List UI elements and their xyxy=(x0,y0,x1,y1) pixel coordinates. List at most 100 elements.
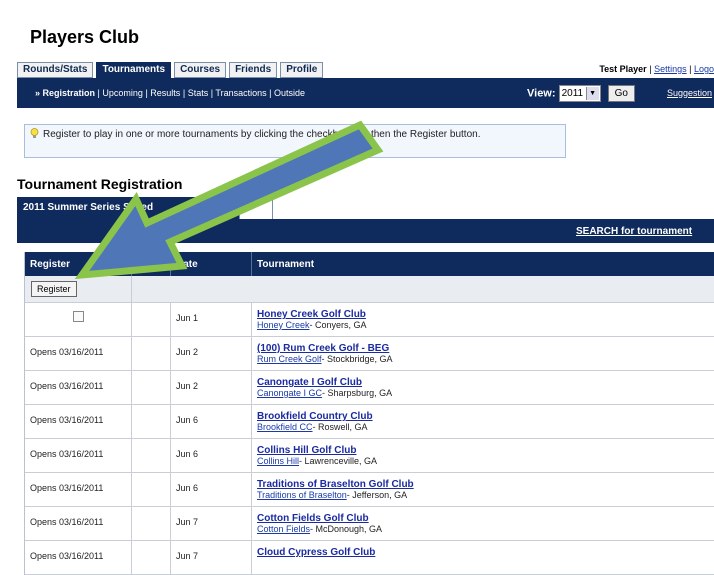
tab-schedule[interactable]: 2011 Summer Series Sched xyxy=(17,197,251,219)
date-cell: Jun 7 xyxy=(171,507,252,540)
tournament-date: Jun 7 xyxy=(176,551,199,561)
blank-cell xyxy=(132,541,171,574)
tournament-date: Jun 6 xyxy=(176,449,199,459)
tournament-date: Jun 6 xyxy=(176,483,199,493)
opens-date: Opens 03/16/2011 xyxy=(30,415,104,425)
tournament-link[interactable]: Collins Hill Golf Club xyxy=(257,445,356,456)
opens-date: Opens 03/16/2011 xyxy=(30,551,104,561)
register-cell: Opens 03/16/2011 xyxy=(25,337,132,370)
sub-navigation: » Registration | Upcoming | Results | St… xyxy=(17,78,714,108)
go-button[interactable]: Go xyxy=(607,85,635,102)
lightbulb-icon xyxy=(30,128,39,138)
register-row: Register xyxy=(25,276,714,303)
header-tournament[interactable]: Tournament xyxy=(252,252,714,276)
table-row: Opens 03/16/2011 Jun 6 Collins Hill Golf C… xyxy=(25,439,714,473)
course-location: - Sharpsburg, GA xyxy=(322,388,393,398)
tournament-link[interactable]: (100) Rum Creek Golf - BEG xyxy=(257,343,389,354)
search-bar: SEARCH for tournament xyxy=(17,219,714,243)
tournament-cell: Traditions of Braselton Golf Club Traditi… xyxy=(252,473,714,506)
suggestions-link[interactable]: Suggestion xyxy=(667,88,712,98)
search-tournaments-link[interactable]: SEARCH for tournament xyxy=(576,226,692,237)
register-checkbox[interactable] xyxy=(73,311,84,322)
table-row: Jun 1 Honey Creek Golf Club Honey Creek- C… xyxy=(25,303,714,337)
register-cell: Opens 03/16/2011 xyxy=(25,541,132,574)
course-link[interactable]: Cotton Fields xyxy=(257,524,310,534)
subnav-registration[interactable]: » Registration xyxy=(35,88,95,98)
table-row: Opens 03/16/2011 Jun 2 Canongate I Golf Cl… xyxy=(25,371,714,405)
chevron-down-icon[interactable]: ▼ xyxy=(585,87,599,100)
register-button[interactable]: Register xyxy=(31,281,77,297)
course-location: - Stockbridge, GA xyxy=(321,354,393,364)
tournament-cell: Cotton Fields Golf Club Cotton Fields- Mc… xyxy=(252,507,714,540)
date-cell: Jun 1 xyxy=(171,303,252,336)
separator: | xyxy=(269,88,272,98)
section-title: Tournament Registration xyxy=(17,176,183,192)
tab-tournaments[interactable]: Tournaments xyxy=(96,62,172,78)
date-cell: Jun 6 xyxy=(171,439,252,472)
blank-cell xyxy=(132,439,171,472)
settings-link[interactable]: Settings xyxy=(654,64,687,74)
course-link[interactable]: Brookfield CC xyxy=(257,422,313,432)
course-link[interactable]: Canongate I GC xyxy=(257,388,322,398)
tournament-link[interactable]: Canongate I Golf Club xyxy=(257,377,362,388)
tournament-cell: Collins Hill Golf Club Collins Hill- Lawr… xyxy=(252,439,714,472)
opens-date: Opens 03/16/2011 xyxy=(30,347,104,357)
tournament-cell: Brookfield Country Club Brookfield CC- Ro… xyxy=(252,405,714,438)
course-location: - McDonough, GA xyxy=(310,524,383,534)
user-links: Test Player | Settings | Logo xyxy=(599,64,714,74)
separator: | xyxy=(97,88,100,98)
subnav-outside[interactable]: Outside xyxy=(274,88,305,98)
course-location: - Jefferson, GA xyxy=(346,490,408,500)
tournament-link[interactable]: Brookfield Country Club xyxy=(257,411,373,422)
separator: | xyxy=(649,64,652,74)
opens-date: Opens 03/16/2011 xyxy=(30,381,104,391)
tournament-date: Jun 2 xyxy=(176,381,199,391)
subnav-stats[interactable]: Stats xyxy=(188,88,209,98)
date-cell: Jun 7 xyxy=(171,541,252,574)
subnav-upcoming[interactable]: Upcoming xyxy=(102,88,143,98)
course-link[interactable]: Traditions of Braselton xyxy=(257,490,347,500)
register-cell: Opens 03/16/2011 xyxy=(25,473,132,506)
user-name: Test Player xyxy=(599,64,647,74)
header-register[interactable]: Register xyxy=(25,252,132,276)
tournament-date: Jun 6 xyxy=(176,415,199,425)
date-cell: Jun 2 xyxy=(171,337,252,370)
info-box: Register to play in one or more tourname… xyxy=(24,124,566,158)
tournament-link[interactable]: Honey Creek Golf Club xyxy=(257,309,366,320)
tournament-link[interactable]: Cloud Cypress Golf Club xyxy=(257,547,375,558)
tournament-link[interactable]: Cotton Fields Golf Club xyxy=(257,513,369,524)
page-title: Players Club xyxy=(30,27,140,47)
tournament-cell: Cloud Cypress Golf Club xyxy=(252,541,714,574)
subnav-results[interactable]: Results xyxy=(150,88,180,98)
tournament-link[interactable]: Traditions of Braselton Golf Club xyxy=(257,479,414,490)
year-value: 2011 xyxy=(561,88,584,99)
blank-cell xyxy=(132,303,171,336)
year-select[interactable]: 2011 ▼ xyxy=(558,85,601,102)
view-label: View: xyxy=(527,87,556,100)
course-link[interactable]: Honey Creek xyxy=(257,320,310,330)
date-cell: Jun 6 xyxy=(171,473,252,506)
register-cell: Opens 03/16/2011 xyxy=(25,507,132,540)
tab-rounds-stats[interactable]: Rounds/Stats xyxy=(17,62,94,78)
register-cell: Opens 03/16/2011 xyxy=(25,405,132,438)
blank-cell xyxy=(132,507,171,540)
tab-courses[interactable]: Courses xyxy=(174,62,227,78)
header-blank xyxy=(132,252,171,276)
tournament-date: Jun 1 xyxy=(176,313,199,323)
tournament-cell: (100) Rum Creek Golf - BEG Rum Creek Golf… xyxy=(252,337,714,370)
tab-profile[interactable]: Profile xyxy=(280,62,324,78)
course-link[interactable]: Rum Creek Golf xyxy=(257,354,322,364)
course-link[interactable]: Collins Hill xyxy=(257,456,299,466)
logout-link[interactable]: Logo xyxy=(694,64,714,74)
header-date[interactable]: Date xyxy=(171,252,252,276)
subnav-transactions[interactable]: Transactions xyxy=(215,88,266,98)
table-header: Register Date Tournament xyxy=(25,252,714,276)
view-selector: View: 2011 ▼ Go xyxy=(527,85,635,102)
tab-friends[interactable]: Friends xyxy=(229,62,278,78)
register-cell: Opens 03/16/2011 xyxy=(25,371,132,404)
date-cell: Jun 6 xyxy=(171,405,252,438)
tab-secondary[interactable] xyxy=(239,197,273,219)
tournament-date: Jun 2 xyxy=(176,347,199,357)
blank-cell xyxy=(132,337,171,370)
register-cell: Opens 03/16/2011 xyxy=(25,439,132,472)
